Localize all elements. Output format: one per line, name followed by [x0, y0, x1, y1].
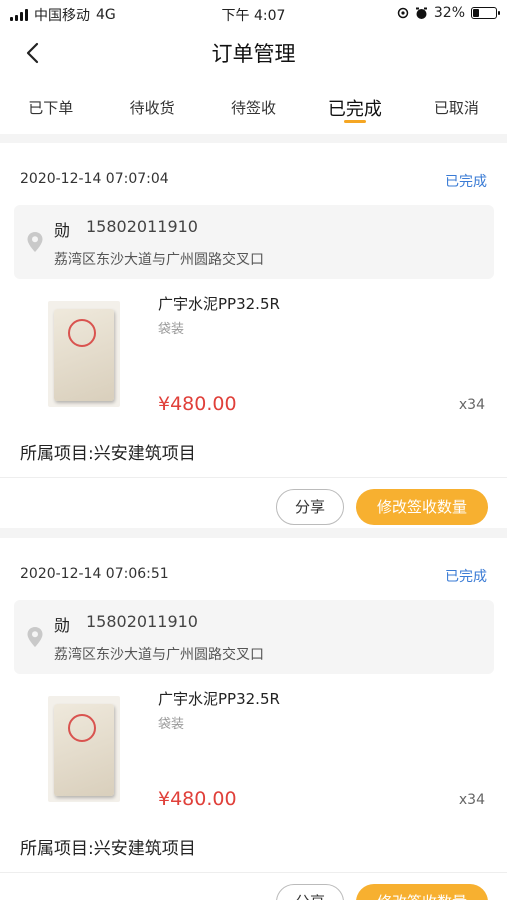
- product-name: 广宇水泥PP32.5R: [158, 295, 280, 313]
- order-card: 2020-12-14 07:07:04 已完成 勋 15802011910 荔湾…: [0, 143, 507, 528]
- order-datetime: 2020-12-14 07:07:04: [20, 171, 169, 187]
- recipient-phone: 15802011910: [86, 217, 198, 236]
- product-name: 广宇水泥PP32.5R: [158, 690, 280, 708]
- recipient-name: 勋: [54, 616, 71, 635]
- order-status-tabs: 已下单 待收货 待签收 已完成 已取消: [0, 78, 507, 134]
- system-indicators: 32%: [397, 5, 500, 21]
- product-price: ¥480.00: [158, 788, 237, 810]
- tab-completed[interactable]: 已完成: [304, 78, 405, 134]
- alarm-icon: [415, 7, 427, 19]
- nav-bar: 订单管理: [0, 28, 507, 78]
- project-name: 所属项目:兴安建筑项目: [20, 839, 196, 859]
- delivery-address-box: 勋 15802011910 荔湾区东沙大道与广州圆路交叉口: [14, 205, 494, 279]
- battery-icon: [471, 7, 500, 19]
- tab-pending-receipt[interactable]: 待收货: [101, 78, 202, 134]
- location-pin-icon: [27, 627, 43, 647]
- product-spec: 袋装: [158, 322, 185, 337]
- tab-pending-signoff[interactable]: 待签收: [203, 78, 304, 134]
- product-image[interactable]: [48, 696, 120, 802]
- tab-cancelled[interactable]: 已取消: [406, 78, 507, 134]
- modify-signoff-quantity-button[interactable]: 修改签收数量: [356, 884, 488, 900]
- order-status: 已完成: [445, 174, 487, 190]
- order-card: 2020-12-14 07:06:51 已完成 勋 15802011910 荔湾…: [0, 538, 507, 900]
- divider: [0, 477, 507, 478]
- page-title: 订单管理: [211, 42, 296, 66]
- tab-ordered[interactable]: 已下单: [0, 78, 101, 134]
- modify-signoff-quantity-button[interactable]: 修改签收数量: [356, 489, 488, 525]
- divider: [0, 872, 507, 873]
- battery-percent: 32%: [433, 5, 465, 21]
- status-bar: 中国移动 4G 下午 4:07 32%: [0, 0, 507, 28]
- share-button[interactable]: 分享: [276, 489, 344, 525]
- battery-fill: [473, 9, 479, 17]
- delivery-address: 荔湾区东沙大道与广州圆路交叉口: [54, 647, 264, 663]
- order-datetime: 2020-12-14 07:06:51: [20, 566, 169, 582]
- product-quantity: x34: [458, 397, 485, 413]
- product-price: ¥480.00: [158, 393, 237, 415]
- cement-bag-icon: [54, 309, 114, 401]
- product-image[interactable]: [48, 301, 120, 407]
- order-status: 已完成: [445, 569, 487, 585]
- share-button[interactable]: 分享: [276, 884, 344, 900]
- cement-bag-icon: [54, 704, 114, 796]
- project-name: 所属项目:兴安建筑项目: [20, 444, 196, 464]
- location-pin-icon: [27, 232, 43, 252]
- recipient-phone: 15802011910: [86, 612, 198, 631]
- delivery-address: 荔湾区东沙大道与广州圆路交叉口: [54, 252, 264, 268]
- delivery-address-box: 勋 15802011910 荔湾区东沙大道与广州圆路交叉口: [14, 600, 494, 674]
- product-spec: 袋装: [158, 717, 185, 732]
- recipient-name: 勋: [54, 221, 71, 240]
- rotation-lock-icon: [397, 7, 409, 19]
- product-quantity: x34: [458, 792, 485, 808]
